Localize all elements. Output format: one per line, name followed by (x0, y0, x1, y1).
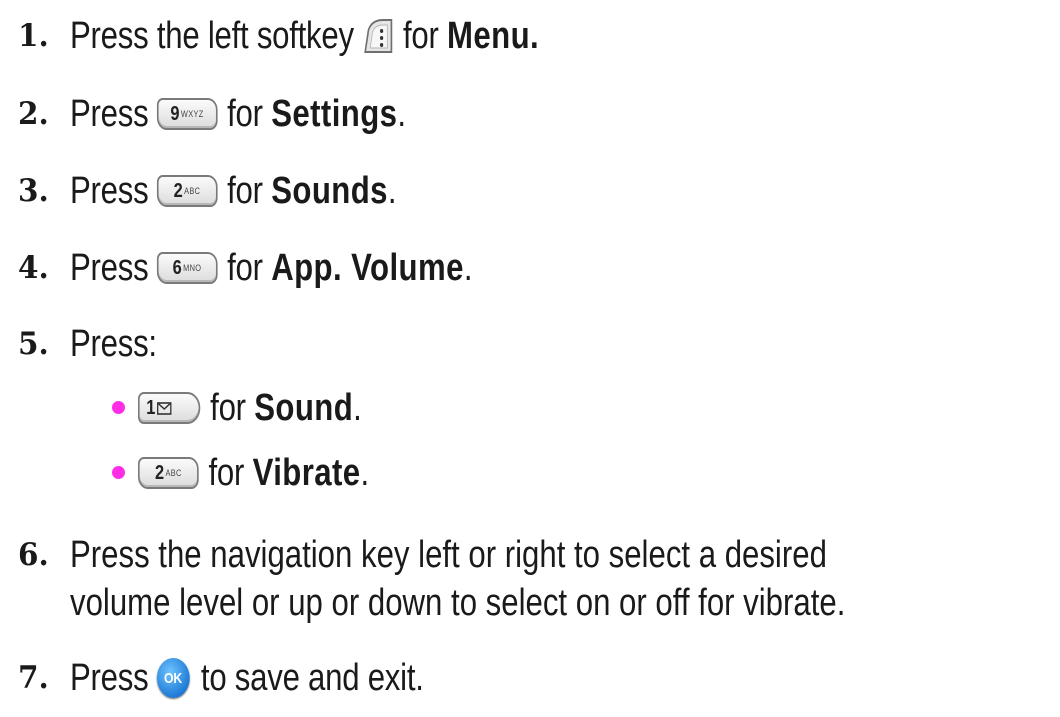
step-number: 3. (18, 173, 49, 209)
ok-key-label: OK (164, 669, 183, 687)
key-letters: ABC (184, 186, 201, 196)
sound-label: Sound (254, 386, 354, 429)
step-number: 4. (18, 250, 49, 286)
key-digit: 6 (172, 256, 182, 279)
menu-label: Menu. (447, 14, 540, 57)
step-post-text: for (227, 169, 263, 212)
step-5: 5. Press: (18, 320, 176, 368)
step-number: 1. (18, 18, 49, 54)
step-text: Press 6 MNO for App. Volume. (70, 246, 473, 290)
bullet-icon (112, 466, 125, 479)
step-post-text: to save and exit. (200, 656, 424, 699)
step-1: 1. Press the left softkey for Menu. (18, 12, 642, 60)
step-number: 2. (18, 96, 49, 132)
key-digit: 2 (154, 461, 164, 484)
key-letters: ABC (165, 468, 182, 478)
step-2: 2. Press 9 WXYZ for Settings. (18, 90, 480, 138)
step-post-text: for (227, 92, 263, 135)
step-6-text: Press the navigation key left or right t… (70, 531, 845, 627)
app-volume-label: App. Volume (271, 246, 464, 289)
key-digit: 9 (170, 102, 180, 125)
step-end: . (387, 169, 397, 212)
step-post-text: for (403, 14, 439, 57)
step-text: 2 ABC for Vibrate. (138, 452, 369, 495)
key-2-icon: 2 ABC (156, 175, 218, 207)
key-1-icon: 1 (138, 392, 201, 424)
step-post-text: for (210, 386, 246, 429)
key-letters: MNO (183, 263, 202, 273)
step-text: 1 for Sound. (138, 387, 362, 430)
key-letters: WXYZ (180, 109, 204, 119)
key-9-icon: 9 WXYZ (156, 98, 218, 130)
key-digit: 2 (173, 179, 183, 202)
step-post-text: for (227, 246, 263, 289)
step-6: 6. (18, 531, 70, 579)
ok-key-icon: OK (156, 658, 190, 698)
step-pre-text: Press the left softkey (70, 14, 354, 57)
key-2-icon: 2 ABC (138, 457, 199, 489)
step-number: 6. (18, 537, 49, 573)
step-end: . (353, 386, 362, 429)
step-text: Press 2 ABC for Sounds. (70, 169, 397, 213)
step-number: 5. (18, 326, 49, 362)
step-post-text: for (208, 451, 245, 494)
sub-step-vibrate: 2 ABC for Vibrate. (138, 449, 420, 497)
step-end: . (360, 451, 370, 494)
step-text: Press the left softkey for Menu. (70, 15, 539, 58)
step-text: Press 9 WXYZ for Settings. (70, 93, 406, 136)
vibrate-label: Vibrate (252, 451, 361, 494)
step-6-line-2: volume level or up or down to select on … (70, 582, 846, 624)
settings-label: Settings (271, 92, 398, 135)
envelope-icon (156, 401, 172, 415)
bullet-icon (112, 401, 125, 414)
step-7: 7. Press OK to save and exit. (18, 654, 501, 702)
step-end: . (463, 246, 473, 289)
step-text: Press: (70, 322, 157, 365)
step-4: 4. Press 6 MNO for App. Volume. (18, 244, 561, 292)
sounds-label: Sounds (271, 169, 388, 212)
step-pre-text: Press (70, 246, 149, 289)
step-number: 7. (18, 660, 49, 696)
left-softkey-icon (364, 19, 393, 53)
step-6-line-1: Press the navigation key left or right t… (70, 534, 827, 576)
step-pre-text: Press (70, 656, 149, 699)
step-end: . (397, 92, 406, 135)
step-pre-text: Press (70, 169, 149, 212)
step-pre-text: Press (70, 92, 149, 135)
key-digit: 1 (146, 396, 156, 419)
step-text: Press OK to save and exit. (70, 657, 424, 700)
sub-step-sound: 1 for Sound. (138, 384, 411, 432)
key-6-icon: 6 MNO (156, 252, 218, 284)
step-3: 3. Press 2 ABC for Sounds. (18, 167, 468, 215)
